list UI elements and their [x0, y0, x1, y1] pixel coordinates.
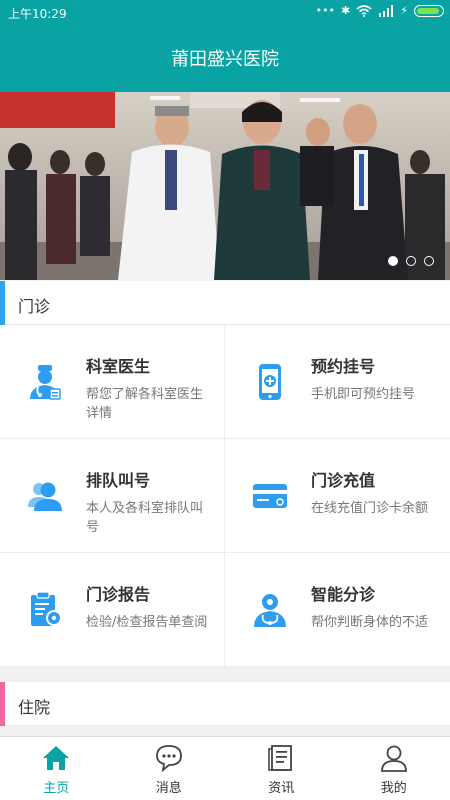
status-icons: ••• ✱ ⚡ [316, 4, 444, 17]
menu-item-desc: 手机即可预约挂号 [311, 387, 416, 402]
status-time: 上午10:29 [8, 7, 67, 21]
tab-label: 消息 [155, 781, 182, 796]
section-header-inpatient: 住院 [0, 682, 450, 726]
menu-item-desc: 在线充值门诊卡余额 [311, 501, 429, 516]
tab-news[interactable]: 资讯 [225, 737, 338, 800]
menu-item-appointment[interactable]: 预约挂号 手机即可预约挂号 [225, 325, 450, 439]
card-icon [253, 484, 287, 508]
carousel-indicators [388, 256, 434, 266]
menu-item-smart-triage[interactable]: 智能分诊 帮你判断身体的不适 [225, 553, 450, 667]
app-bar: 莆田盛兴医院 [0, 26, 450, 92]
menu-item-desc: 帮你判断身体的不适 [311, 615, 429, 630]
more-dots-icon: ••• [315, 4, 336, 17]
menu-item-title: 门诊报告 [86, 585, 151, 604]
menu-item-reports[interactable]: 门诊报告 检验/检查报告单查阅 [0, 553, 225, 667]
signal-icon [379, 4, 394, 17]
doctor-icon [30, 365, 61, 400]
section-title: 门诊 [18, 297, 51, 316]
tab-home[interactable]: 主页 [0, 737, 113, 800]
section-header-outpatient: 门诊 [0, 281, 450, 325]
menu-item-title: 门诊充值 [311, 471, 376, 490]
battery-icon [414, 4, 444, 17]
phone-icon [259, 364, 281, 400]
tab-profile[interactable]: 我的 [338, 737, 450, 800]
section-title: 住院 [18, 698, 51, 717]
menu-item-title: 排队叫号 [86, 471, 151, 490]
menu-item-queue[interactable]: 排队叫号 本人及各科室排队叫号 [0, 439, 225, 553]
outpatient-grid: 科室医生 帮您了解各科室医生详情 预约挂号 手机即可预约挂号 排队叫号 本人及各… [0, 325, 450, 667]
users-icon [28, 482, 62, 511]
wifi-icon [356, 4, 372, 17]
page-title: 莆田盛兴医院 [171, 49, 279, 70]
bottom-tab-bar: 主页 消息 资讯 我的 [0, 736, 450, 800]
menu-item-desc: 检验/检查报告单查阅 [86, 615, 208, 630]
tab-label: 主页 [43, 781, 70, 796]
menu-item-title: 智能分诊 [311, 585, 376, 604]
menu-item-title: 科室医生 [86, 357, 151, 376]
charging-icon: ⚡ [400, 4, 408, 17]
section-accent-bar [0, 281, 5, 325]
banner-image[interactable] [0, 92, 450, 280]
chat-icon [155, 745, 182, 773]
carousel-dot[interactable] [424, 256, 434, 266]
status-bar: 上午10:29 ••• ✱ ⚡ [0, 0, 450, 26]
menu-item-desc: 帮您了解各科室医生详情 [86, 387, 204, 421]
triage-icon [254, 594, 286, 627]
report-icon [31, 591, 62, 626]
profile-icon [380, 745, 407, 772]
menu-item-recharge[interactable]: 门诊充值 在线充值门诊卡余额 [225, 439, 450, 553]
news-icon [268, 745, 293, 771]
menu-item-title: 预约挂号 [311, 357, 376, 376]
section-accent-bar [0, 682, 5, 726]
carousel-dot[interactable] [388, 256, 398, 266]
menu-item-department-doctors[interactable]: 科室医生 帮您了解各科室医生详情 [0, 325, 225, 439]
tab-messages[interactable]: 消息 [113, 737, 226, 800]
home-icon [43, 746, 70, 770]
tab-label: 资讯 [268, 781, 295, 796]
banner-carousel[interactable] [0, 92, 450, 280]
menu-item-desc: 本人及各科室排队叫号 [86, 501, 204, 535]
bluetooth-icon: ✱ [341, 4, 351, 17]
carousel-dot[interactable] [406, 256, 416, 266]
tab-label: 我的 [380, 781, 407, 796]
